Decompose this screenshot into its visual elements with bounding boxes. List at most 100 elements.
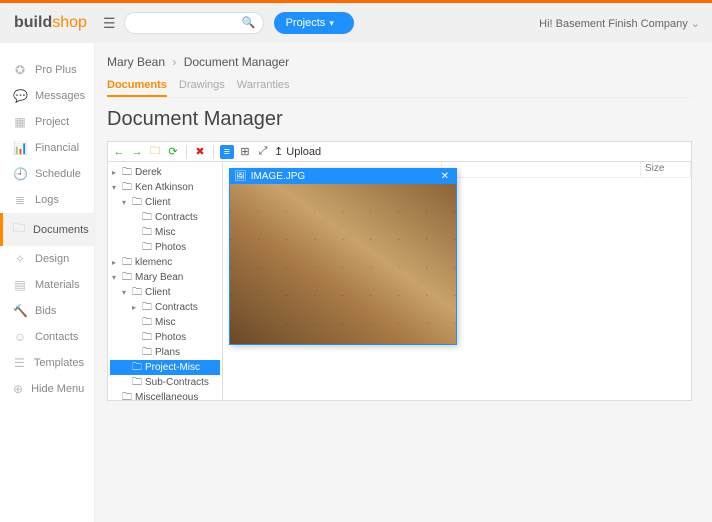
sidebar-item-messages[interactable]: 💬 Messages	[0, 83, 94, 109]
tree-label: Miscellaneous	[135, 390, 198, 400]
projects-dropdown[interactable]: Projects	[274, 12, 354, 34]
sidebar-icon: 🕘	[13, 167, 27, 181]
delete-icon[interactable]: ✖	[193, 145, 207, 159]
forward-icon[interactable]: →	[130, 145, 144, 159]
folder-icon: 🗀	[142, 315, 152, 330]
sidebar-label: Contacts	[35, 331, 78, 343]
expand-icon[interactable]: ⤢	[256, 145, 270, 159]
refresh-icon[interactable]: ⟳	[166, 145, 180, 159]
sidebar-item-bids[interactable]: 🔨Bids	[0, 298, 94, 324]
tree-node-misc[interactable]: 🗀Misc	[110, 225, 220, 240]
upload-button[interactable]: ↥ Upload	[274, 145, 321, 159]
sidebar-icon: 🔨	[13, 304, 27, 318]
sidebar-item-templates[interactable]: ☰Templates	[0, 350, 94, 376]
sidebar-item-documents[interactable]: 🗀Documents	[0, 213, 94, 246]
close-icon[interactable]: ✕	[438, 171, 452, 182]
tree-node-photos[interactable]: 🗀Photos	[110, 330, 220, 345]
topbar: buildshop ☰ 🔍 Projects Hi! Basement Fini…	[0, 3, 712, 43]
folder-icon: 🗀	[132, 360, 142, 375]
tree-node-miscellaneous[interactable]: 🗀Miscellaneous	[110, 390, 220, 400]
back-icon[interactable]: ←	[112, 145, 126, 159]
tree-node-mary-bean[interactable]: ▾🗀Mary Bean	[110, 270, 220, 285]
sidebar-item-project[interactable]: ▦Project	[0, 109, 94, 135]
tree-arrow-icon[interactable]: ▸	[132, 302, 139, 314]
folder-icon: 🗀	[142, 210, 152, 225]
viewer-titlebar[interactable]: 🖼 IMAGE.JPG ✕	[230, 169, 456, 184]
tree-arrow-icon[interactable]: ▸	[112, 167, 119, 179]
col-name[interactable]	[442, 162, 641, 177]
folder-icon: 🗀	[132, 285, 142, 300]
tabs: Documents Drawings Warranties	[107, 79, 692, 98]
tree-node-klemenc[interactable]: ▸🗀klemenc	[110, 255, 220, 270]
document-panel: ← → 🗀 ⟳ ✖ ≡ ⊞ ⤢ ↥ Upload ▸🗀Derek▾🗀Ken At…	[107, 141, 692, 401]
tree-node-contracts[interactable]: ▸🗀Contracts	[110, 300, 220, 315]
tab-documents[interactable]: Documents	[107, 79, 167, 97]
tree-label: Plans	[155, 345, 180, 360]
search-icon[interactable]: 🔍	[242, 16, 256, 29]
tree-node-misc[interactable]: 🗀Misc	[110, 315, 220, 330]
tree-arrow-icon[interactable]: ▾	[112, 272, 119, 284]
tree-label: Project-Misc	[145, 360, 200, 375]
tree-label: Ken Atkinson	[135, 180, 193, 195]
folder-icon: 🗀	[142, 240, 152, 255]
image-file-icon: 🖼	[234, 171, 247, 182]
sidebar-icon: ☺	[13, 330, 27, 344]
tree-node-project-misc[interactable]: 🗀Project-Misc	[110, 360, 220, 375]
tree-label: Contracts	[155, 300, 198, 315]
tree-node-photos[interactable]: 🗀Photos	[110, 240, 220, 255]
sidebar-icon: 💬	[13, 89, 27, 103]
tree-node-derek[interactable]: ▸🗀Derek	[110, 165, 220, 180]
tree-arrow-icon[interactable]: ▾	[122, 287, 129, 299]
sidebar-item-design[interactable]: ✧Design	[0, 246, 94, 272]
tree-node-contracts[interactable]: 🗀Contracts	[110, 210, 220, 225]
sidebar-icon: ≣	[13, 193, 27, 207]
tree-label: Contracts	[155, 210, 198, 225]
sidebar-item-financial[interactable]: 📊Financial	[0, 135, 94, 161]
logo-left: build	[14, 14, 52, 31]
tab-warranties[interactable]: Warranties	[237, 79, 290, 97]
sidebar: ✪Pro Plus 💬 Messages ▦Project📊Financial🕘Sch…	[0, 43, 95, 522]
tree-arrow-icon[interactable]: ▸	[112, 257, 119, 269]
folder-icon: 🗀	[132, 195, 142, 210]
sidebar-item-materials[interactable]: ▤ Materials	[0, 272, 94, 298]
list-view-icon[interactable]: ≡	[220, 145, 234, 159]
sidebar-label: Materials	[35, 279, 80, 291]
sidebar-icon: ✪	[13, 63, 27, 77]
sidebar-item-hide-menu[interactable]: ⊕Hide Menu	[0, 376, 94, 402]
sidebar-icon: ▤	[13, 278, 27, 292]
company-dropdown[interactable]: Hi! Basement Finish Company	[539, 17, 700, 30]
col-size[interactable]: Size	[641, 162, 691, 177]
sidebar-item-logs[interactable]: ≣Logs	[0, 187, 94, 213]
sidebar-item-schedule[interactable]: 🕘Schedule	[0, 161, 94, 187]
tree-node-client[interactable]: ▾🗀Client	[110, 285, 220, 300]
tree-node-plans[interactable]: 🗀Plans	[110, 345, 220, 360]
sidebar-label: Messages	[35, 90, 85, 102]
image-viewer[interactable]: 🖼 IMAGE.JPG ✕	[229, 168, 457, 345]
logo[interactable]: buildshop	[0, 14, 95, 32]
breadcrumb-root[interactable]: Mary Bean	[107, 55, 165, 69]
folder-tree[interactable]: ▸🗀Derek▾🗀Ken Atkinson▾🗀Client🗀Contracts🗀…	[108, 162, 223, 400]
sidebar-item-pro-plus[interactable]: ✪Pro Plus	[0, 57, 94, 83]
tab-drawings[interactable]: Drawings	[179, 79, 225, 97]
folder-icon: 🗀	[132, 375, 142, 390]
tree-node-ken-atkinson[interactable]: ▾🗀Ken Atkinson	[110, 180, 220, 195]
folder-icon: 🗀	[122, 255, 132, 270]
folder-icon: 🗀	[142, 330, 152, 345]
tree-arrow-icon[interactable]: ▾	[122, 197, 129, 209]
folder-icon: 🗀	[122, 390, 132, 400]
grid-view-icon[interactable]: ⊞	[238, 145, 252, 159]
sidebar-item-contacts[interactable]: ☺ Contacts	[0, 324, 94, 350]
folder-icon: 🗀	[122, 165, 132, 180]
tree-label: Photos	[155, 240, 186, 255]
toolbar-sep	[213, 145, 214, 159]
breadcrumb-sep-icon: ›	[172, 55, 176, 69]
tree-node-sub-contracts[interactable]: 🗀Sub-Contracts	[110, 375, 220, 390]
tree-arrow-icon[interactable]: ▾	[112, 182, 119, 194]
tree-node-client[interactable]: ▾🗀Client	[110, 195, 220, 210]
folder-open-icon[interactable]: 🗀	[148, 145, 162, 159]
menu-toggle-icon[interactable]: ☰	[103, 15, 116, 32]
folder-icon: 🗀	[122, 270, 132, 285]
tree-label: Derek	[135, 165, 162, 180]
panel-body: ▸🗀Derek▾🗀Ken Atkinson▾🗀Client🗀Contracts🗀…	[108, 162, 691, 400]
sidebar-label: Financial	[35, 142, 79, 154]
